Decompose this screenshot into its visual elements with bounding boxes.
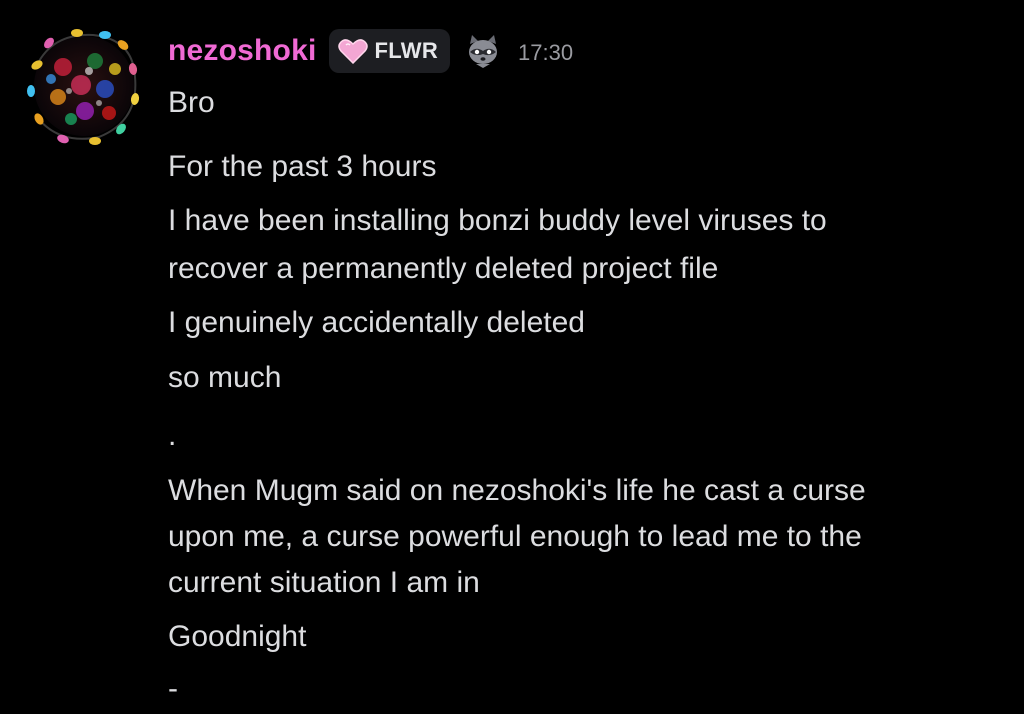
message-line: current situation I am in [168,566,480,599]
username[interactable]: nezoshoki [168,34,317,68]
message-line: Bro [168,86,215,119]
message-line: When Mugm said on nezoshoki's life he ca… [168,474,866,507]
pink-heart-icon [337,39,368,64]
raccoon-icon[interactable] [464,32,502,70]
message-line: so much [168,361,282,394]
message-line: recover a permanently deleted project fi… [168,252,719,285]
message-timestamp[interactable]: 17:30 [518,40,573,66]
message-line: Goodnight [168,620,307,653]
christmas-lights-avatar-image [27,29,140,145]
avatar[interactable] [23,25,145,147]
message-header: nezoshoki FLWR 17:30 [168,26,573,76]
message-line: I have been installing bonzi buddy level… [168,204,827,237]
message-line: upon me, a curse powerful enough to lead… [168,520,862,553]
server-tag-badge[interactable]: FLWR [328,29,451,73]
chat-message: nezoshoki FLWR 17:30 Bro For the past 3 … [0,0,1024,714]
message-line: - [168,672,178,705]
message-line: I genuinely accidentally deleted [168,306,585,339]
message-line: . [168,419,177,452]
server-tag-label: FLWR [374,38,439,63]
message-line: For the past 3 hours [168,150,437,183]
